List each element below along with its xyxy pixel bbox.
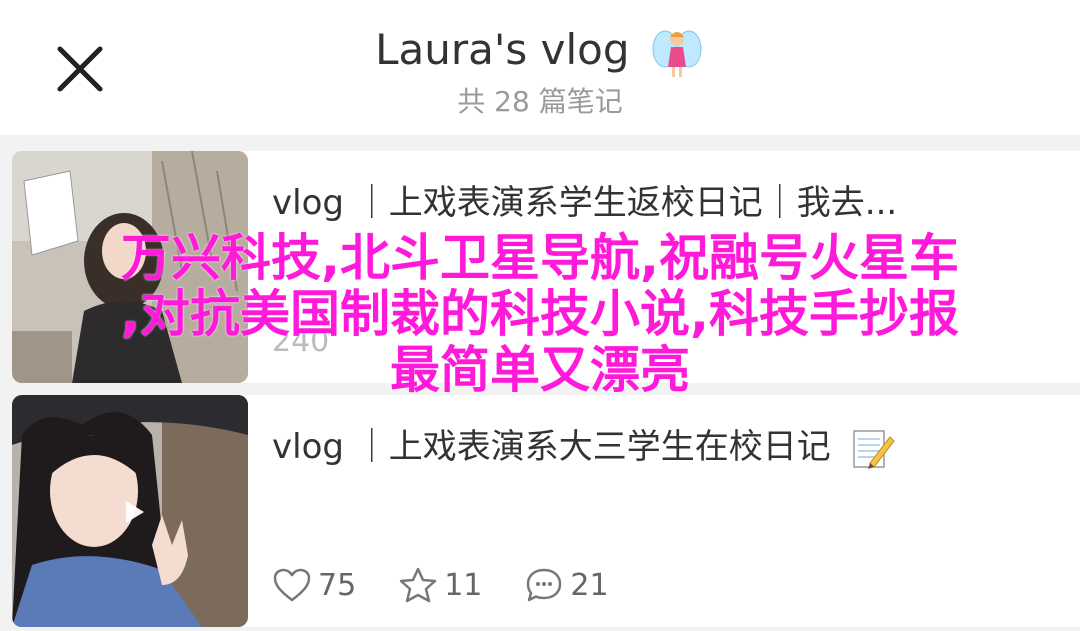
note-count: 共 28 篇笔记 bbox=[457, 85, 623, 118]
heart-icon bbox=[273, 568, 311, 602]
note-title-text: vlog ｜上戏表演系大三学生在校日记 bbox=[272, 427, 831, 467]
overlay-watermark-text: 万兴科技,北斗卫星导航,祝融号火星车 ,对抗美国制裁的科技小说,科技手抄报 最简… bbox=[0, 230, 1080, 398]
play-icon bbox=[126, 501, 144, 523]
comment-stat[interactable]: 21 bbox=[524, 566, 609, 604]
note-stats: 75 11 21 bbox=[272, 563, 651, 607]
like-stat[interactable]: 75 bbox=[272, 567, 356, 603]
overlay-line-2: ,对抗美国制裁的科技小说,科技手抄报 bbox=[121, 285, 959, 343]
note-card[interactable]: vlog ｜上戏表演系大三学生在校日记 75 11 21 bbox=[12, 395, 1080, 627]
page-title: Laura's vlog bbox=[375, 25, 630, 74]
page-title-row: Laura's vlog bbox=[0, 20, 1080, 81]
fairy-emoji bbox=[652, 30, 702, 77]
star-icon bbox=[399, 567, 437, 603]
overlay-line-1: 万兴科技,北斗卫星导航,祝融号火星车 bbox=[121, 229, 959, 287]
note-title[interactable]: vlog ｜上戏表演系大三学生在校日记 bbox=[272, 423, 1062, 473]
header-bar: Laura's vlog 共 28 篇笔记 bbox=[0, 0, 1080, 135]
comment-count: 21 bbox=[570, 567, 609, 603]
like-count: 75 bbox=[318, 567, 357, 603]
star-count: 11 bbox=[444, 567, 483, 603]
comment-icon bbox=[527, 568, 562, 602]
overlay-line-3: 最简单又漂亮 bbox=[390, 341, 690, 399]
star-stat[interactable]: 11 bbox=[398, 566, 482, 604]
note-title[interactable]: vlog ｜上戏表演系学生返校日记｜我去... bbox=[272, 179, 1062, 227]
memo-emoji bbox=[852, 429, 895, 469]
note-thumbnail[interactable] bbox=[12, 395, 248, 627]
